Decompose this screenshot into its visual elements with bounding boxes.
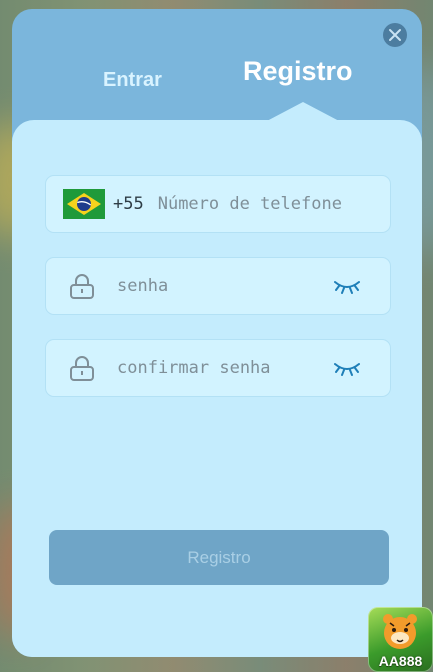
eye-closed-icon[interactable] [334,278,360,294]
register-submit-button[interactable]: Registro [49,530,389,585]
form-panel: +55 Número de telefone senha confirmar s… [12,120,422,657]
brazil-flag-icon [63,189,105,219]
password-field[interactable]: senha [45,257,391,315]
phone-field[interactable]: +55 Número de telefone [45,175,391,233]
register-modal: Entrar Registro +55 Número de telefone s… [12,9,422,657]
brand-logo[interactable]: AA888 [368,607,433,672]
lock-icon [70,356,94,381]
dial-code: +55 [113,194,144,214]
brand-logo-text: AA888 [378,653,423,669]
confirm-password-field[interactable]: confirmar senha [45,339,391,397]
close-button[interactable] [383,23,407,47]
confirm-password-input-placeholder: confirmar senha [117,358,271,378]
active-tab-indicator [265,102,341,122]
page-background: { "tabs": { "login_label": "Entrar", "re… [0,0,433,672]
tab-register[interactable]: Registro [243,56,353,87]
password-input-placeholder: senha [117,276,169,296]
tab-login[interactable]: Entrar [103,69,162,92]
phone-input-placeholder: Número de telefone [157,194,342,214]
lock-icon [70,274,94,299]
eye-closed-icon[interactable] [334,360,360,376]
close-icon [389,29,401,41]
tiger-mascot-icon [383,614,417,649]
